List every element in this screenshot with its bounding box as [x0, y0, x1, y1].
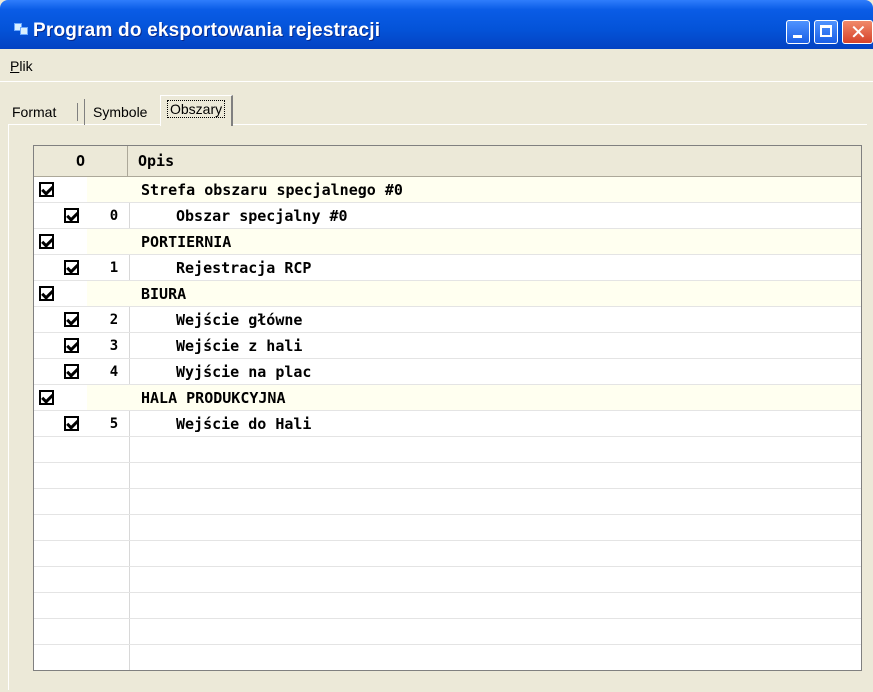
zone-row[interactable]: Strefa obszaru specjalnego #0	[34, 177, 861, 203]
zone-name: PORTIERNIA	[141, 233, 232, 251]
maximize-icon	[820, 25, 832, 37]
row-checkbox[interactable]	[64, 208, 79, 223]
empty-row	[34, 593, 861, 619]
menu-file[interactable]: Plik	[10, 58, 33, 74]
zone-name: HALA PRODUKCYJNA	[141, 389, 286, 407]
minimize-button[interactable]	[786, 20, 810, 44]
area-row[interactable]: 1 Rejestracja RCP	[34, 255, 861, 281]
menu-bar: Plik	[0, 49, 873, 82]
area-row[interactable]: 0 Obszar specjalny #0	[34, 203, 861, 229]
row-checkbox[interactable]	[39, 182, 54, 197]
empty-row	[34, 541, 861, 567]
close-icon: ✕	[850, 20, 867, 44]
row-checkbox[interactable]	[39, 286, 54, 301]
area-name: Wejście główne	[176, 311, 303, 329]
area-name: Wejście do Hali	[176, 415, 312, 433]
title-bar: Program do eksportowania rejestracji ✕	[0, 0, 873, 49]
row-checkbox[interactable]	[64, 364, 79, 379]
row-checkbox[interactable]	[64, 416, 79, 431]
area-number: 2	[109, 312, 119, 328]
row-checkbox[interactable]	[64, 260, 79, 275]
area-number: 4	[109, 364, 119, 380]
area-number: 1	[109, 260, 119, 276]
row-checkbox[interactable]	[64, 312, 79, 327]
tab-obszary[interactable]: Obszary	[160, 95, 234, 126]
area-row[interactable]: 2 Wejście główne	[34, 307, 861, 333]
zone-name: BIURA	[141, 285, 187, 303]
row-checkbox[interactable]	[39, 234, 54, 249]
window-title: Program do eksportowania rejestracji	[33, 20, 381, 41]
column-header-o[interactable]: O	[34, 146, 128, 176]
zone-row[interactable]: BIURA	[34, 281, 861, 307]
area-number: 3	[109, 338, 119, 354]
empty-row	[34, 489, 861, 515]
zone-name: Strefa obszaru specjalnego #0	[141, 181, 403, 199]
tab-obszary-label: Obszary	[167, 100, 226, 118]
tab-separator	[77, 103, 78, 121]
area-name: Obszar specjalny #0	[176, 207, 348, 225]
close-button[interactable]: ✕	[842, 20, 873, 44]
zone-row[interactable]: PORTIERNIA	[34, 229, 861, 255]
row-checkbox[interactable]	[64, 338, 79, 353]
maximize-button[interactable]	[814, 20, 838, 44]
area-name: Wejście z hali	[176, 337, 303, 355]
empty-row	[34, 515, 861, 541]
column-header-opis[interactable]: Opis	[128, 146, 855, 176]
area-number: 5	[109, 416, 119, 432]
empty-row	[34, 437, 861, 463]
minimize-icon	[793, 35, 802, 38]
area-row[interactable]: 4 Wyjście na plac	[34, 359, 861, 385]
area-name: Wyjście na plac	[176, 363, 312, 381]
app-icon	[14, 23, 30, 37]
grid-header: O Opis	[34, 146, 861, 177]
area-name: Rejestracja RCP	[176, 259, 312, 277]
tab-format[interactable]: Format	[12, 99, 56, 125]
empty-row	[34, 619, 861, 645]
empty-row	[34, 463, 861, 489]
tab-symbole[interactable]: Symbole	[84, 99, 147, 125]
empty-row	[34, 567, 861, 593]
area-number: 0	[109, 208, 119, 224]
area-row[interactable]: 5 Wejście do Hali	[34, 411, 861, 437]
row-checkbox[interactable]	[39, 390, 54, 405]
area-row[interactable]: 3 Wejście z hali	[34, 333, 861, 359]
areas-grid[interactable]: O Opis Strefa obszaru specjalnego #0 0 Obs…	[33, 145, 862, 671]
zone-row[interactable]: HALA PRODUKCYJNA	[34, 385, 861, 411]
